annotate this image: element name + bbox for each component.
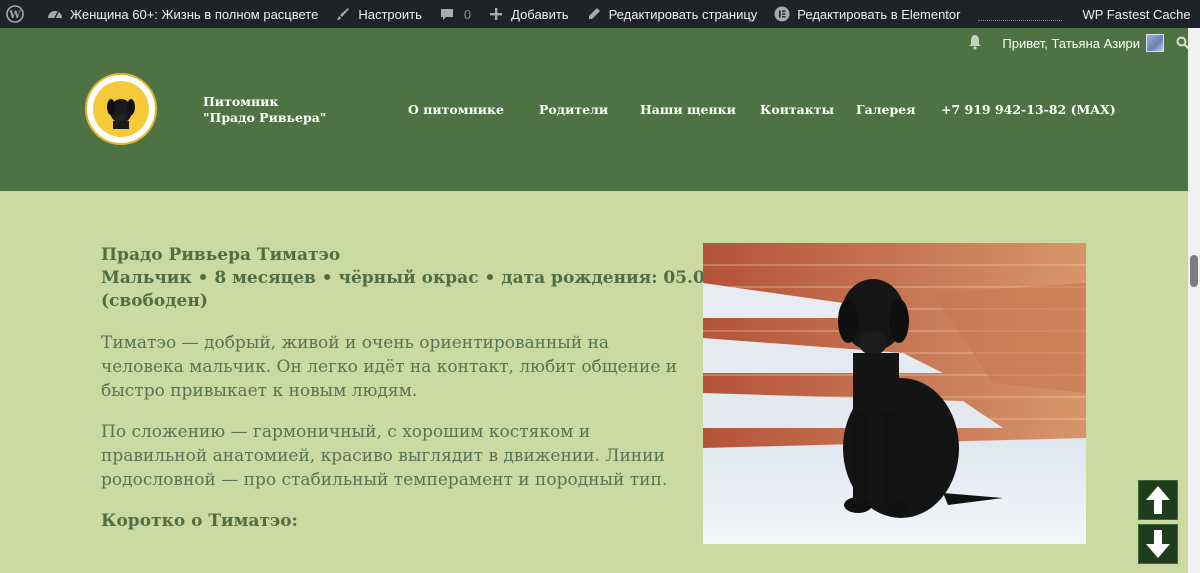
new-content-menu[interactable]: Добавить bbox=[479, 0, 576, 28]
scroll-up-button[interactable] bbox=[1138, 480, 1178, 520]
progress-indicator bbox=[978, 17, 1063, 21]
paragraph-character: Тиматэо — добрый, живой и очень ориентир… bbox=[101, 333, 678, 401]
scrollbar-thumb[interactable] bbox=[1190, 255, 1198, 287]
avatar[interactable] bbox=[1146, 34, 1164, 52]
bell-icon[interactable] bbox=[968, 34, 982, 53]
cache-label: WP Fastest Cache bbox=[1082, 6, 1191, 22]
wp-admin-bar: W Женщина 60+: Жизнь в полном расцвете Н… bbox=[0, 0, 1200, 28]
nav-about[interactable]: О питомнике bbox=[408, 102, 504, 117]
nav-parents[interactable]: Родители bbox=[539, 102, 608, 117]
plus-icon bbox=[487, 5, 505, 23]
puppy-name: Прадо Ривьера Тиматэо bbox=[101, 245, 341, 265]
site-logo[interactable] bbox=[85, 73, 157, 145]
short-about-heading: Коротко о Тиматэо: bbox=[101, 511, 298, 531]
customize-link[interactable]: Настроить bbox=[326, 0, 430, 28]
wp-logo-menu[interactable]: W bbox=[0, 0, 38, 28]
wordpress-icon: W bbox=[6, 5, 24, 23]
arrow-up-icon bbox=[1146, 486, 1170, 514]
nav-gallery[interactable]: Галерея bbox=[856, 102, 915, 117]
edit-page-label: Редактировать страницу bbox=[608, 6, 758, 22]
nav-contacts[interactable]: Контакты bbox=[760, 102, 834, 117]
puppy-photo-image bbox=[703, 243, 1086, 544]
edit-elementor-label: Редактировать в Elementor bbox=[797, 6, 961, 22]
paragraph-build: По сложению — гармоничный, с хорошим кос… bbox=[101, 422, 668, 490]
comment-icon bbox=[438, 5, 456, 23]
puppy-description: Прадо Ривьера Тиматэо Мальчик • 8 месяце… bbox=[101, 244, 770, 533]
brand-name[interactable]: Питомник "Прадо Ривьера" bbox=[203, 94, 326, 126]
svg-text:W: W bbox=[8, 10, 21, 21]
brush-icon bbox=[334, 5, 352, 23]
comments-link[interactable]: 0 bbox=[430, 0, 479, 28]
wp-fastest-cache-menu[interactable]: WP Fastest Cache bbox=[1074, 0, 1198, 28]
brand-line-1: Питомник bbox=[203, 94, 279, 109]
scroll-down-button[interactable] bbox=[1138, 524, 1178, 564]
puppy-summary: Мальчик • 8 месяцев • чёрный окрас • дат… bbox=[101, 268, 770, 288]
comments-count: 0 bbox=[463, 6, 472, 22]
user-greeting[interactable]: Привет, Татьяна Азири bbox=[1002, 36, 1140, 51]
dog-logo-icon bbox=[107, 99, 135, 129]
page-scrollbar[interactable] bbox=[1188, 28, 1200, 573]
brand-line-2: "Прадо Ривьера" bbox=[203, 110, 327, 125]
add-new-label: Добавить bbox=[511, 6, 569, 22]
pencil-icon bbox=[585, 5, 603, 23]
site-name-menu[interactable]: Женщина 60+: Жизнь в полном расцвете bbox=[38, 0, 326, 28]
nav-puppies[interactable]: Наши щенки bbox=[640, 102, 736, 117]
header-top-bar: Привет, Татьяна Азири bbox=[968, 28, 1200, 58]
arrow-down-icon bbox=[1146, 530, 1170, 558]
site-header: Привет, Татьяна Азири Питомник "Прадо Ри… bbox=[0, 28, 1200, 191]
dashboard-icon bbox=[46, 5, 64, 23]
puppy-photo bbox=[703, 243, 1086, 544]
edit-page-link[interactable]: Редактировать страницу bbox=[577, 0, 766, 28]
customize-label: Настроить bbox=[358, 6, 422, 22]
nav-phone[interactable]: +7 919 942-13-82 (MAX) bbox=[941, 102, 1116, 117]
elementor-icon bbox=[773, 5, 791, 23]
edit-elementor-link[interactable]: Редактировать в Elementor bbox=[765, 0, 968, 28]
puppy-status: (свободен) bbox=[101, 291, 208, 311]
site-name: Женщина 60+: Жизнь в полном расцвете bbox=[70, 6, 319, 22]
